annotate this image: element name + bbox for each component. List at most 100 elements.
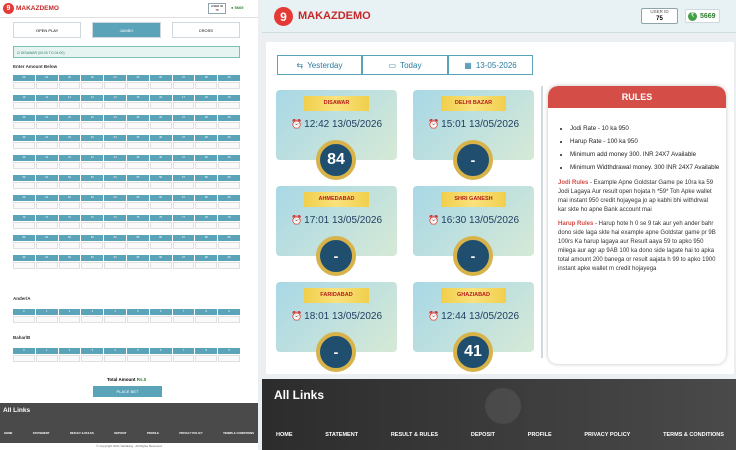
brand-logo-icon[interactable]: 9 [274,7,293,26]
amount-input[interactable] [58,102,81,109]
market-card-shri-ganesh[interactable]: SHRI GANESH ⏰ 16:30 13/05/2026 - [413,186,534,276]
date-yesterday-button[interactable]: ⇆ Yesterday [277,55,362,75]
amount-input[interactable] [81,182,104,189]
amount-input[interactable] [81,202,104,209]
amount-input[interactable] [13,242,35,249]
amount-input[interactable] [172,222,195,229]
amount-input[interactable] [13,222,35,229]
amount-input[interactable] [172,262,195,269]
amount-input[interactable] [172,202,195,209]
amount-input[interactable] [35,222,58,229]
amount-input[interactable] [195,355,218,362]
tab-cross[interactable]: CROSS [171,22,240,38]
mobile-nav-home[interactable]: HOME [4,431,12,435]
amount-input[interactable] [13,162,35,169]
amount-input[interactable] [218,182,240,189]
amount-input[interactable] [149,142,172,149]
amount-input[interactable] [218,222,240,229]
amount-input[interactable] [172,142,195,149]
brand-name[interactable]: MAKAZDEMO [298,10,371,22]
amount-input[interactable] [35,202,58,209]
market-card-delhi-bazar[interactable]: DELHI BAZAR ⏰ 15:01 13/05/2026 - [413,90,534,180]
amount-input[interactable] [149,122,172,129]
mobile-nav-profile[interactable]: PROFILE [147,431,159,435]
amount-input[interactable] [35,102,58,109]
tab-jambo[interactable]: JAMBO [92,22,161,38]
amount-input[interactable] [13,82,35,89]
amount-input[interactable] [126,82,149,89]
amount-input[interactable] [149,222,172,229]
nav-privacy-policy[interactable]: PRIVACY POLICY [584,432,630,438]
amount-input[interactable] [35,316,58,323]
amount-input[interactable] [81,82,104,89]
amount-input[interactable] [104,355,126,362]
amount-input[interactable] [35,355,58,362]
nav-home[interactable]: HOME [276,432,293,438]
amount-input[interactable] [126,355,149,362]
amount-input[interactable] [35,82,58,89]
amount-input[interactable] [149,316,172,323]
amount-input[interactable] [218,355,240,362]
mobile-nav-terms[interactable]: TERMS & CONDITIONS [223,431,254,435]
amount-input[interactable] [126,316,149,323]
amount-input[interactable] [218,262,240,269]
amount-input[interactable] [172,355,195,362]
amount-input[interactable] [13,102,35,109]
amount-input[interactable] [104,102,126,109]
amount-input[interactable] [13,355,35,362]
amount-input[interactable] [35,262,58,269]
amount-input[interactable] [126,182,149,189]
mobile-nav-privacy[interactable]: PRIVACY POLICY [179,431,202,435]
amount-input[interactable] [195,162,218,169]
amount-input[interactable] [126,262,149,269]
amount-input[interactable] [172,102,195,109]
amount-input[interactable] [35,142,58,149]
amount-input[interactable] [195,202,218,209]
amount-input[interactable] [58,142,81,149]
amount-input[interactable] [172,182,195,189]
amount-input[interactable] [149,102,172,109]
amount-input[interactable] [81,222,104,229]
amount-input[interactable] [58,355,81,362]
amount-input[interactable] [172,162,195,169]
place-bet-button[interactable]: PLACE BET [93,386,162,397]
amount-input[interactable] [195,102,218,109]
amount-input[interactable] [13,262,35,269]
nav-deposit[interactable]: DEPOSIT [471,432,495,438]
market-card-disawar[interactable]: DISAWAR ⏰ 12:42 13/05/2026 84 [276,90,397,180]
amount-input[interactable] [149,262,172,269]
amount-input[interactable] [58,162,81,169]
amount-input[interactable] [81,102,104,109]
amount-input[interactable] [104,316,126,323]
amount-input[interactable] [172,82,195,89]
amount-input[interactable] [104,262,126,269]
mobile-nav-deposit[interactable]: DEPOSIT [114,431,126,435]
amount-input[interactable] [195,242,218,249]
amount-input[interactable] [81,242,104,249]
amount-input[interactable] [195,82,218,89]
market-card-ghaziabad[interactable]: GHAZIABAD ⏰ 12:44 13/05/2026 41 [413,282,534,372]
amount-input[interactable] [149,355,172,362]
amount-input[interactable] [35,242,58,249]
amount-input[interactable] [218,316,240,323]
amount-input[interactable] [58,316,81,323]
amount-input[interactable] [35,182,58,189]
amount-input[interactable] [13,142,35,149]
amount-input[interactable] [126,162,149,169]
amount-input[interactable] [104,82,126,89]
amount-input[interactable] [104,162,126,169]
amount-input[interactable] [58,262,81,269]
amount-input[interactable] [195,262,218,269]
amount-input[interactable] [126,122,149,129]
amount-input[interactable] [149,202,172,209]
mobile-nav-result-rules[interactable]: RESULT & RULES [70,431,94,435]
amount-input[interactable] [35,122,58,129]
amount-input[interactable] [126,202,149,209]
amount-input[interactable] [195,222,218,229]
amount-input[interactable] [218,122,240,129]
amount-input[interactable] [104,202,126,209]
amount-input[interactable] [81,262,104,269]
amount-input[interactable] [149,162,172,169]
amount-input[interactable] [104,142,126,149]
market-card-faridabad[interactable]: FARIDABAD ⏰ 18:01 13/05/2026 - [276,282,397,372]
